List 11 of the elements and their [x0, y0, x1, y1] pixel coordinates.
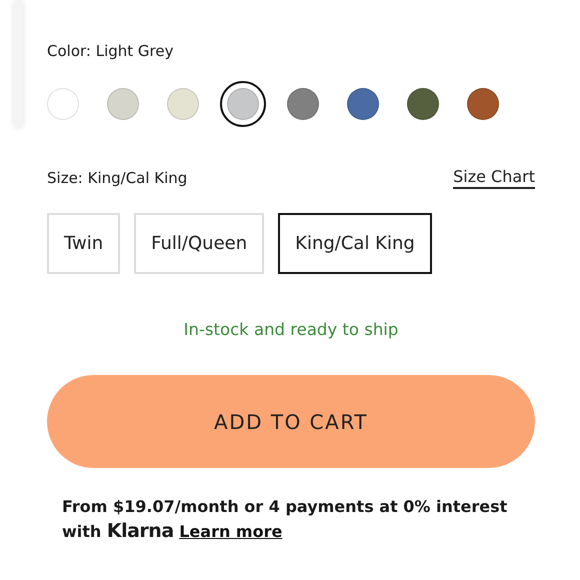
- color-swatch[interactable]: [220, 80, 266, 126]
- stock-status: In-stock and ready to ship: [182, 319, 400, 342]
- size-label: Size: King/Cal King: [47, 168, 188, 189]
- size-option[interactable]: Full/Queen: [134, 213, 264, 274]
- add-to-cart-button[interactable]: ADD TO CART: [47, 375, 535, 468]
- size-chart-link[interactable]: Size Chart: [453, 166, 535, 190]
- financing-text: From $19.07/month or 4 payments at 0% interest with Klarna Learn more: [62, 496, 508, 544]
- size-option[interactable]: King/Cal King: [278, 213, 432, 274]
- learn-more-link[interactable]: Learn more: [179, 522, 282, 542]
- color-label: Color: Light Grey: [47, 41, 174, 62]
- size-option[interactable]: Twin: [47, 213, 120, 274]
